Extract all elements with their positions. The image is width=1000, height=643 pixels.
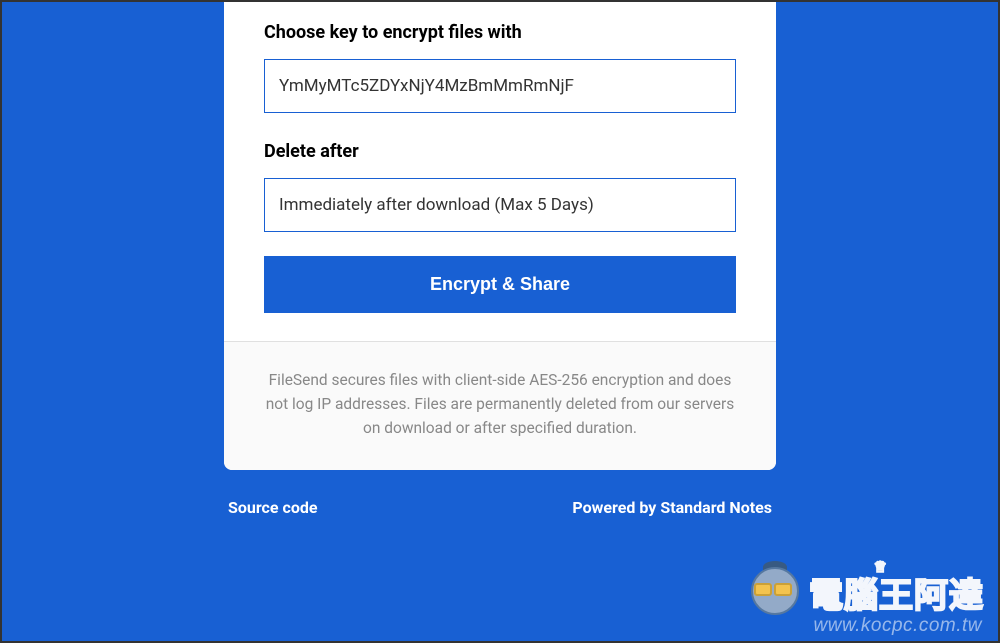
powered-by-link[interactable]: Powered by Standard Notes bbox=[572, 498, 772, 517]
bottom-links: Source code Powered by Standard Notes bbox=[224, 498, 776, 517]
watermark: 電腦王阿達♛ bbox=[743, 561, 984, 623]
main-card: Choose key to encrypt files with Delete … bbox=[224, 2, 776, 470]
delete-after-label: Delete after bbox=[264, 141, 736, 162]
encrypt-key-input[interactable] bbox=[264, 59, 736, 113]
watermark-chinese-text: 電腦王阿達♛ bbox=[809, 568, 984, 617]
security-note: FileSend secures files with client-side … bbox=[224, 341, 776, 470]
encrypt-share-button[interactable]: Encrypt & Share bbox=[264, 256, 736, 313]
delete-after-section: Delete after Immediately after download … bbox=[264, 141, 736, 232]
encrypt-key-label: Choose key to encrypt files with bbox=[264, 22, 736, 43]
form-section: Choose key to encrypt files with Delete … bbox=[264, 22, 736, 341]
source-code-link[interactable]: Source code bbox=[228, 498, 318, 517]
delete-after-select[interactable]: Immediately after download (Max 5 Days) bbox=[264, 178, 736, 232]
mascot-icon bbox=[743, 561, 805, 623]
